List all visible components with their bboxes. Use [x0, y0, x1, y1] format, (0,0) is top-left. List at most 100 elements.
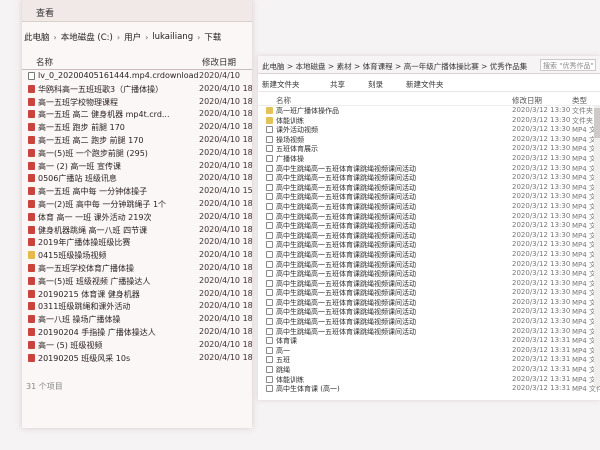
- file-row[interactable]: 0415班级操场视频 2020/4/10 18:21: [22, 249, 252, 262]
- column-modified-header[interactable]: 修改日期: [512, 95, 542, 106]
- file-modified-date: 2020/3/12 13:30: [512, 211, 571, 220]
- video-file-icon: [266, 385, 273, 393]
- file-modified-date: 2020/3/12 13:30: [512, 182, 571, 191]
- file-row[interactable]: 高一五班 跑步 前腿 170 2020/4/10 18:2: [22, 121, 252, 134]
- file-name: 高中生跳绳高一五班体育课跳绳视频课间活动: [276, 202, 416, 211]
- file-row[interactable]: 体能训练 2020/3/12 13:31 MP4 文件: [258, 375, 600, 385]
- view-menu[interactable]: 查看: [36, 6, 54, 19]
- file-row[interactable]: 高中生跳绳高一五班体育课跳绳视频课间活动 2020/3/12 13:30 MP4 文…: [258, 288, 600, 298]
- file-name: 健身机器跳绳 高一八班 四节课: [38, 225, 148, 235]
- file-row[interactable]: 课外活动视频 2020/3/12 13:30 MP4 文件: [258, 125, 600, 135]
- file-name: 高中生体育课 (高一): [276, 385, 340, 394]
- file-name: 高中生跳绳高一五班体育课跳绳视频课间活动: [276, 222, 416, 231]
- file-row[interactable]: 高中生跳绳高一五班体育课跳绳视频课间活动 2020/3/12 13:30 MP4 文…: [258, 240, 600, 250]
- scrollbar-thumb[interactable]: [594, 108, 600, 138]
- file-modified-date: 2020/4/10 18:15: [199, 339, 252, 349]
- file-row[interactable]: 2019年广播体操班级比赛 2020/4/10 18:21: [22, 236, 252, 249]
- breadcrumb-downloads[interactable]: 下载: [204, 31, 221, 43]
- file-row[interactable]: 高中生跳绳高一五班体育课跳绳视频课间活动 2020/3/12 13:30 MP4 文…: [258, 173, 600, 183]
- file-row[interactable]: 高一五班学校体育广播体操 2020/4/10 18:20: [22, 262, 252, 275]
- video-file-icon: [266, 260, 273, 268]
- file-row[interactable]: 体育 高一 一班 课外活动 219次 2020/4/10 18:22: [22, 211, 252, 224]
- file-row[interactable]: 高中生跳绳高一五班体育课跳绳视频课间活动 2020/3/12 13:30 MP4 文…: [258, 212, 600, 222]
- file-row[interactable]: 操场视频 2020/3/12 13:30 MP4 文件: [258, 135, 600, 145]
- toolbar-item[interactable]: 共享: [330, 79, 345, 90]
- file-row[interactable]: 五班 2020/3/12 13:31 MP4 文件: [258, 355, 600, 365]
- file-name: 体育 高一 一班 课外活动 219次: [38, 212, 152, 222]
- file-row[interactable]: 高一 (5) 班级视频 2020/4/10 18:15: [22, 339, 252, 352]
- file-row[interactable]: 高中生跳绳高一五班体育课跳绳视频课间活动 2020/3/12 13:30 MP4 文…: [258, 231, 600, 241]
- column-modified-header[interactable]: 修改日期: [202, 56, 236, 68]
- left-menu-bar: 查看: [22, 0, 252, 22]
- file-row[interactable]: 0506广播站 班级讯息 2020/4/10 18:2: [22, 172, 252, 185]
- file-name: 操场视频: [276, 135, 304, 144]
- video-file-icon: [28, 276, 35, 285]
- toolbar-item[interactable]: 刻录: [368, 79, 383, 90]
- file-row[interactable]: 高中生跳绳高一五班体育课跳绳视频课间活动 2020/3/12 13:30 MP4 文…: [258, 192, 600, 202]
- file-row[interactable]: 高一(5)班 班级视频 广播操达人 2020/4/10 18:20: [22, 275, 252, 288]
- file-name: 体能训练: [276, 375, 304, 384]
- file-list: lv_0_20200405161444.mp4.crdownload 2020/4…: [22, 70, 252, 364]
- file-name: 高中生跳绳高一五班体育课跳绳视频课间活动: [276, 164, 416, 173]
- column-type-header[interactable]: 类型: [572, 95, 587, 106]
- file-modified-date: 2020/3/12 13:30: [512, 115, 571, 124]
- file-row[interactable]: 高一八班 操场广播体操 2020/4/10 18:17: [22, 313, 252, 326]
- video-file-icon: [266, 231, 273, 239]
- breadcrumb-users[interactable]: 用户: [124, 31, 141, 43]
- file-row[interactable]: 高中生跳绳高一五班体育课跳绳视频课间活动 2020/3/12 13:30 MP4 文…: [258, 269, 600, 279]
- file-row[interactable]: 体能训练 2020/3/12 13:30 文件夹: [258, 116, 600, 126]
- chevron-right-icon: ›: [145, 32, 149, 42]
- file-row[interactable]: 高一 2020/3/12 13:31 MP4 文件: [258, 346, 600, 356]
- file-row[interactable]: 高中生跳绳高一五班体育课跳绳视频课间活动 2020/3/12 13:30 MP4 文…: [258, 307, 600, 317]
- file-modified-date: 2020/4/10 18:20: [199, 262, 252, 272]
- file-row[interactable]: 高中生体育课 (高一) 2020/3/12 13:31 MP4 文件: [258, 384, 600, 394]
- breadcrumb-this-pc[interactable]: 此电脑: [24, 31, 50, 43]
- breadcrumb-user[interactable]: lukailiang: [152, 32, 193, 42]
- file-modified-date: 2020/4/10 18:2: [199, 134, 252, 144]
- scrollbar[interactable]: [594, 106, 600, 386]
- file-row[interactable]: 高一班广播体操作品 2020/3/12 13:30 文件夹: [258, 106, 600, 116]
- file-row[interactable]: 高一五班 高中每 一分钟体操子 2020/4/10 15:26: [22, 185, 252, 198]
- address-path[interactable]: 此电脑 > 本地磁盘 > 素材 > 体育课程 > 高一年级广播体操比赛 > 优秀…: [262, 61, 532, 72]
- breadcrumb-local-disk[interactable]: 本地磁盘 (C:): [61, 31, 113, 43]
- file-row[interactable]: 五班体育展示 2020/3/12 13:30 MP4 文件: [258, 144, 600, 154]
- file-row[interactable]: 高一五班 高二 健身机器 mp4t.crd... 2020/4/10 18:2: [22, 108, 252, 121]
- file-row[interactable]: 体育课 2020/3/12 13:31 MP4 文件: [258, 336, 600, 346]
- file-modified-date: 2020/3/12 13:30: [512, 163, 571, 172]
- file-row[interactable]: 广播体操 2020/3/12 13:30 MP4 文件: [258, 154, 600, 164]
- toolbar-item[interactable]: 新建文件夹: [406, 79, 444, 90]
- file-row[interactable]: 高中生跳绳高一五班体育课跳绳视频课间活动 2020/3/12 13:30 MP4 文…: [258, 183, 600, 193]
- file-name: 跳绳: [276, 366, 290, 375]
- file-name: 高一班广播体操作品: [276, 107, 339, 115]
- file-row[interactable]: 高中生跳绳高一五班体育课跳绳视频课间活动 2020/3/12 13:30 MP4 文…: [258, 164, 600, 174]
- file-name: 高中生跳绳高一五班体育课跳绳视频课间活动: [276, 193, 416, 202]
- file-row[interactable]: 高中生跳绳高一五班体育课跳绳视频课间活动 2020/3/12 13:30 MP4 文…: [258, 260, 600, 270]
- file-row[interactable]: 高一(5)班 一个跑步前腿 (295) 2020/4/10 18:2: [22, 147, 252, 160]
- file-row[interactable]: 20190205 班级风采 10s 2020/4/10 18:14: [22, 352, 252, 365]
- file-row[interactable]: 健身机器跳绳 高一八班 四节课 2020/4/10 18:22: [22, 224, 252, 237]
- video-file-icon: [266, 135, 273, 143]
- file-row[interactable]: 高一 (2) 高一班 宣传课 2020/4/10 18:2: [22, 160, 252, 173]
- file-row[interactable]: 高中生跳绳高一五班体育课跳绳视频课间活动 2020/3/12 13:30 MP4 文…: [258, 221, 600, 231]
- file-row[interactable]: 高中生跳绳高一五班体育课跳绳视频课间活动 2020/3/12 13:30 MP4 文…: [258, 250, 600, 260]
- file-row[interactable]: 高一五班 高二 跑步 前腿 170 2020/4/10 18:2: [22, 134, 252, 147]
- file-row[interactable]: 高一五班学校物理课程 2020/4/10 18:2: [22, 96, 252, 109]
- file-row[interactable]: 高中生跳绳高一五班体育课跳绳视频课间活动 2020/3/12 13:30 MP4 文…: [258, 298, 600, 308]
- file-row[interactable]: 20190215 体育课 健身机器 2020/4/10 18:19: [22, 288, 252, 301]
- file-row[interactable]: 跳绳 2020/3/12 13:31 MP4 文件: [258, 365, 600, 375]
- file-row[interactable]: 20190204 手指操 广播体操达人 2020/4/10 18:16: [22, 326, 252, 339]
- file-row[interactable]: lv_0_20200405161444.mp4.crdownload 2020/4…: [22, 70, 252, 83]
- file-row[interactable]: 华鸥科高一五班班歌3（广播体操） 2020/4/10 18:2: [22, 83, 252, 96]
- search-input[interactable]: 搜索 "优秀作品": [540, 59, 596, 71]
- file-row[interactable]: 0311班级跳绳和课外活动 2020/4/10 18:18: [22, 300, 252, 313]
- file-row[interactable]: 高中生跳绳高一五班体育课跳绳视频课间活动 2020/3/12 13:30 MP4 文…: [258, 279, 600, 289]
- file-name: 高中生跳绳高一五班体育课跳绳视频课间活动: [276, 289, 416, 298]
- column-name-header[interactable]: 名称: [276, 95, 291, 106]
- file-row[interactable]: 高中生跳绳高一五班体育课跳绳视频课间活动 2020/3/12 13:30 MP4 文…: [258, 202, 600, 212]
- column-name-header[interactable]: 名称: [36, 56, 53, 68]
- file-name: 高中生跳绳高一五班体育课跳绳视频课间活动: [276, 260, 416, 269]
- file-row[interactable]: 高一(2)班 高中每 一分钟跳绳子 1个 2020/4/10 18:24: [22, 198, 252, 211]
- toolbar-item[interactable]: 新建文件夹: [262, 79, 300, 90]
- file-row[interactable]: 高中生跳绳高一五班体育课跳绳视频课间活动 2020/3/12 13:30 MP4 文…: [258, 317, 600, 327]
- file-row[interactable]: 高中生跳绳高一五班体育课跳绳视频课间活动 2020/3/12 13:30 MP4 文…: [258, 327, 600, 337]
